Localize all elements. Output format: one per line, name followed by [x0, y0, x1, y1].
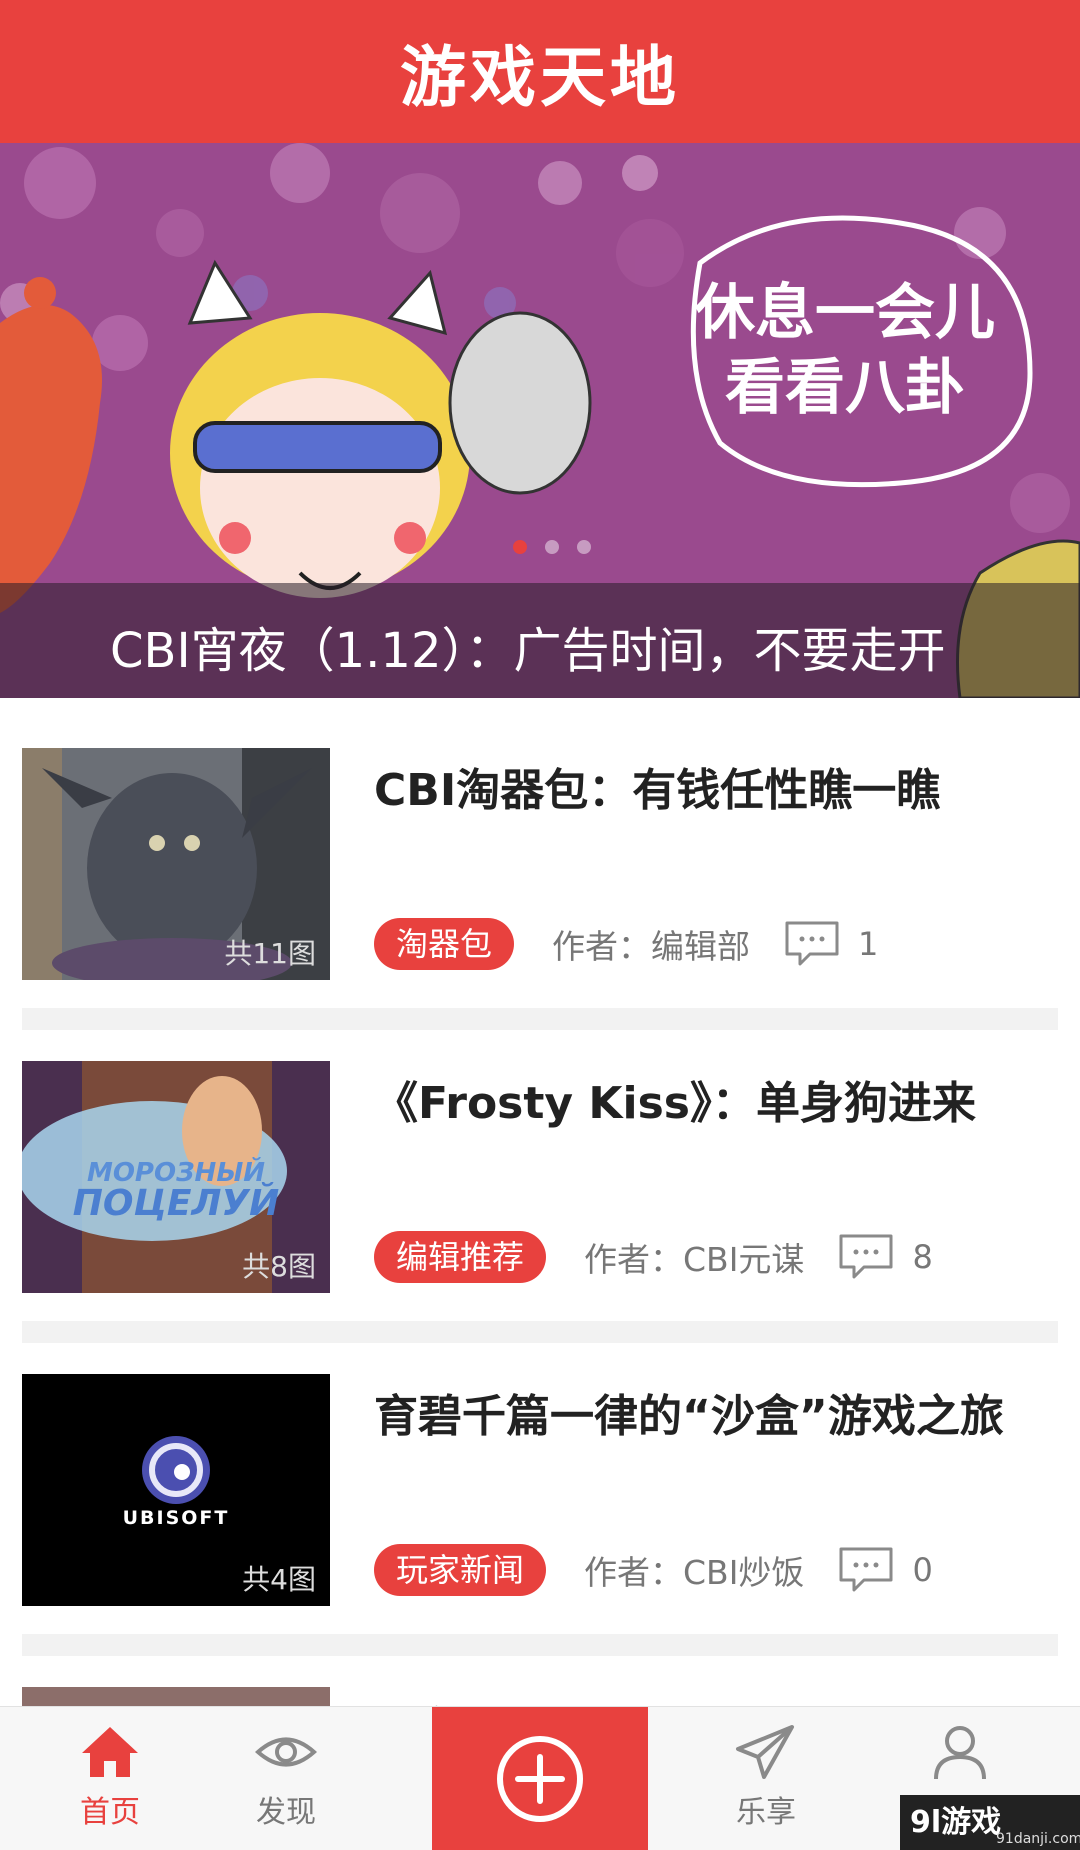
banner-art-line1: 休息一会儿	[694, 278, 995, 348]
comment-count: 8	[912, 1238, 933, 1276]
category-tag[interactable]: 淘器包	[374, 918, 515, 970]
nav-discover[interactable]: 发现	[226, 1723, 346, 1831]
banner-art-line2: 看看八卦	[725, 353, 965, 423]
nav-discover-label: 发现	[256, 1795, 316, 1830]
nav-share-label: 乐享	[736, 1795, 796, 1830]
site-watermark: 9l游戏 91danji.com	[900, 1795, 1080, 1850]
category-tag[interactable]: 编辑推荐	[374, 1231, 547, 1283]
article-thumbnail[interactable]: UBISOFT 共4图	[22, 1374, 330, 1606]
photo-count: 共11图	[224, 937, 316, 970]
article-item[interactable]: UBISOFT 共4图 育碧千篇一律的“沙盒”游戏之旅 玩家新闻 作者：CBI炒…	[22, 1374, 1058, 1606]
article-thumbnail[interactable]: 共11图	[22, 748, 330, 980]
banner-caption[interactable]: CBI宵夜（1.12）：广告时间，不要走开	[110, 611, 945, 681]
carousel-indicator	[513, 540, 591, 554]
photo-count: 共8图	[242, 1250, 316, 1283]
list-divider	[22, 1321, 1058, 1343]
app-logo: 游戏天地	[400, 38, 680, 116]
article-author: 作者：编辑部	[552, 927, 751, 966]
banner-carousel[interactable]: 休息一会儿 看看八卦 CBI宵夜（1.12）：广告时间，不要走开	[0, 143, 1080, 698]
nav-profile[interactable]	[900, 1723, 1020, 1781]
carousel-dot[interactable]	[545, 540, 559, 554]
category-tag[interactable]: 玩家新闻	[374, 1544, 547, 1596]
watermark-logo: 9l游戏	[910, 1805, 1002, 1840]
comment-count: 0	[912, 1551, 933, 1589]
user-icon	[934, 1726, 986, 1780]
nav-publish-button[interactable]	[432, 1707, 648, 1850]
article-meta: 编辑推荐 作者：CBI元谋 8	[374, 1231, 933, 1283]
photo-count: 共4图	[242, 1563, 316, 1596]
comment-count-group[interactable]: 8	[838, 1233, 933, 1281]
app-header: 游戏天地	[0, 0, 1080, 143]
article-item[interactable]: 共11图 CBI淘器包：有钱任性瞧一瞧 淘器包 作者：编辑部 1	[22, 748, 1058, 980]
article-author: 作者：CBI炒饭	[584, 1553, 805, 1592]
watermark-url: 91danji.com	[996, 1831, 1080, 1847]
article-thumbnail[interactable]: МОРОЗНЫЙ ПОЦЕЛУЙ 共8图	[22, 1061, 330, 1293]
thumb-title-line2: ПОЦЕЛУЙ	[73, 1182, 280, 1224]
nav-home[interactable]: 首页	[50, 1723, 170, 1831]
thumb-brand-text: UBISOFT	[123, 1507, 230, 1529]
comment-count-group[interactable]: 1	[784, 920, 878, 968]
article-meta: 淘器包 作者：编辑部 1	[374, 918, 878, 970]
list-divider	[22, 1634, 1058, 1656]
comment-icon	[785, 921, 839, 966]
comment-icon	[839, 1234, 893, 1279]
list-divider	[22, 1008, 1058, 1030]
article-author: 作者：CBI元谋	[584, 1240, 805, 1279]
home-icon	[82, 1727, 138, 1777]
article-title[interactable]: 《Frosty Kiss》：单身狗进来	[374, 1067, 976, 1131]
comment-count-group[interactable]: 0	[838, 1546, 933, 1594]
carousel-dot[interactable]	[577, 540, 591, 554]
article-title[interactable]: 育碧千篇一律的“沙盒”游戏之旅	[374, 1380, 1004, 1444]
comment-count: 1	[858, 925, 879, 963]
article-meta: 玩家新闻 作者：CBI炒饭 0	[374, 1544, 933, 1596]
eye-icon	[254, 1737, 318, 1767]
paper-plane-icon	[736, 1725, 794, 1779]
carousel-dot[interactable]	[513, 540, 527, 554]
article-title[interactable]: CBI淘器包：有钱任性瞧一瞧	[374, 754, 940, 818]
nav-home-label: 首页	[80, 1795, 140, 1830]
nav-share[interactable]: 乐享	[706, 1723, 826, 1831]
plus-circle-icon	[497, 1736, 583, 1822]
comment-icon	[839, 1547, 893, 1592]
article-item[interactable]: МОРОЗНЫЙ ПОЦЕЛУЙ 共8图 《Frosty Kiss》：单身狗进来…	[22, 1061, 1058, 1293]
